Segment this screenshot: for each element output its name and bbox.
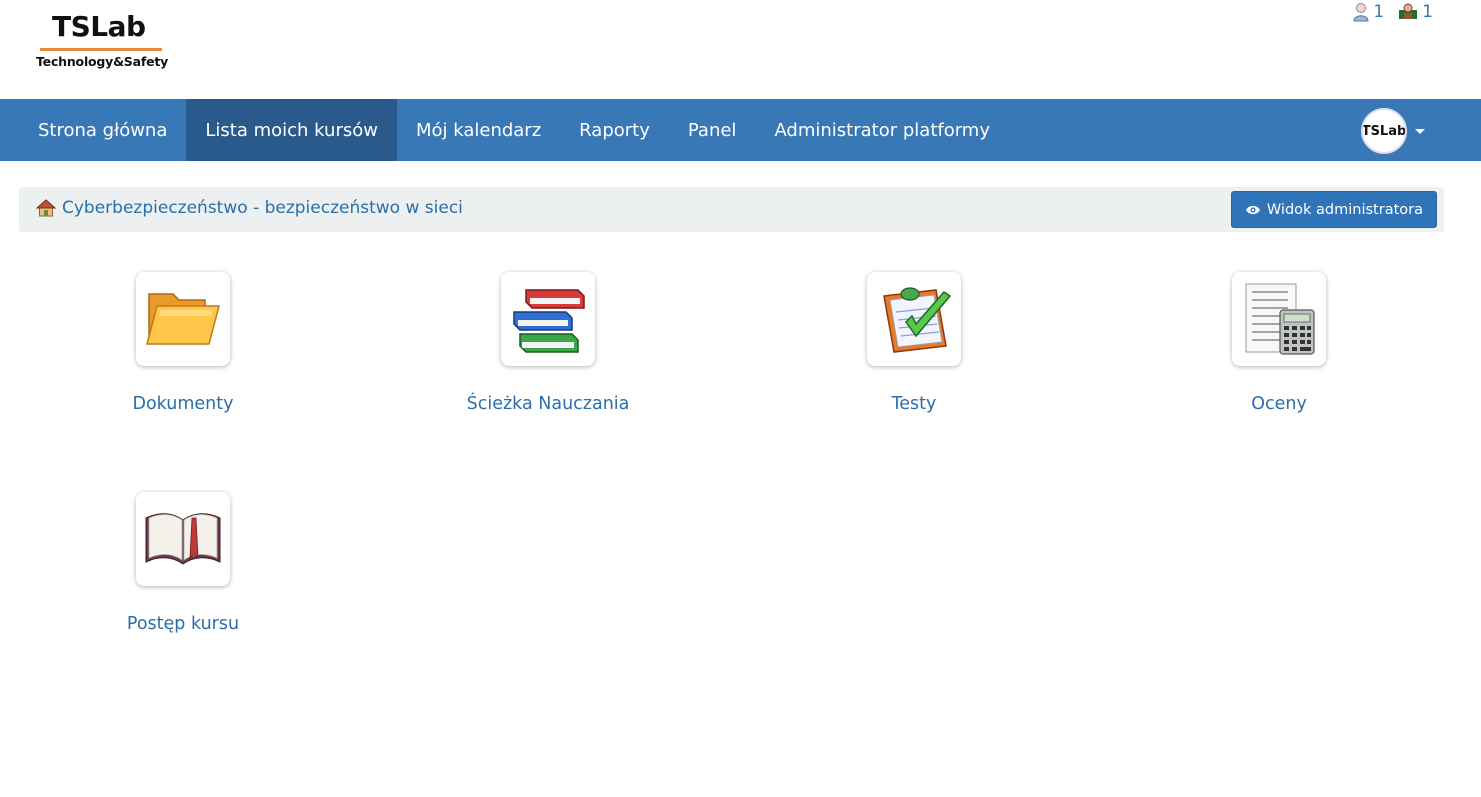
tool-tests[interactable]: Testy [814,272,1014,414]
admin-view-button[interactable]: Widok administratora [1230,191,1437,228]
tool-grades[interactable]: Oceny [1179,272,1379,414]
breadcrumb-course-link[interactable]: Cyberbezpieczeństwo - bezpieczeństwo w s… [36,198,463,218]
books-icon [513,289,585,353]
tool-learning-path-icon-box [501,272,595,366]
users-online-count: 1 [1373,2,1385,22]
eye-icon [1245,205,1260,214]
header: TSLab Technology&Safety 1 1 [0,0,1481,99]
tool-tests-icon-box [867,272,961,366]
tool-learning-path-label: Ścieżka Nauczania [466,394,630,414]
caret-down-icon [1415,128,1425,134]
gradebook-calculator-icon [1245,283,1315,355]
tool-documents[interactable]: Dokumenty [83,272,283,414]
teacher-icon [1399,3,1418,19]
main-navbar: Strona główna Lista moich kursów Mój kal… [0,99,1481,161]
tool-tests-label: Testy [891,394,937,414]
tool-documents-label: Dokumenty [132,394,234,414]
nav-menu: Strona główna Lista moich kursów Mój kal… [0,99,1481,161]
nav-item-reports[interactable]: Raporty [560,99,669,161]
folder-icon [146,293,220,345]
tool-documents-icon-box [136,272,230,366]
user-icon [1353,3,1369,22]
nav-item-platform-admin[interactable]: Administrator platformy [755,99,1009,161]
users-online-counter[interactable]: 1 [1353,2,1384,22]
home-icon [36,199,56,217]
online-counters: 1 1 [1353,2,1433,22]
user-menu-toggle[interactable]: TSLab [1361,108,1425,154]
tool-grades-icon-box [1232,272,1326,366]
nav-item-my-courses[interactable]: Lista moich kursów [186,99,397,161]
nav-item-home[interactable]: Strona główna [19,99,186,161]
avatar: TSLab [1361,108,1407,154]
admin-view-button-label: Widok administratora [1266,201,1423,218]
teachers-online-counter[interactable]: 1 [1398,2,1433,22]
tool-learning-path[interactable]: Ścieżka Nauczania [448,272,648,414]
logo-underline [40,48,162,51]
logo-main-text: TSLab [52,10,146,43]
breadcrumb-course-title: Cyberbezpieczeństwo - bezpieczeństwo w s… [62,198,463,218]
tool-grades-label: Oceny [1251,394,1307,414]
tool-course-progress-icon-box [136,492,230,586]
breadcrumb: Cyberbezpieczeństwo - bezpieczeństwo w s… [19,187,1444,232]
nav-item-my-calendar[interactable]: Mój kalendarz [397,99,560,161]
logo-sub-text: Technology&Safety [36,54,169,69]
teachers-online-count: 1 [1422,2,1433,22]
tool-course-progress-label: Postęp kursu [126,614,240,634]
open-book-icon [145,513,221,565]
nav-item-panel[interactable]: Panel [669,99,756,161]
tslab-logo[interactable]: TSLab Technology&Safety [36,10,168,72]
avatar-text: TSLab [1361,123,1407,139]
quiz-checklist-icon [883,287,952,353]
tool-course-progress[interactable]: Postęp kursu [83,492,283,634]
